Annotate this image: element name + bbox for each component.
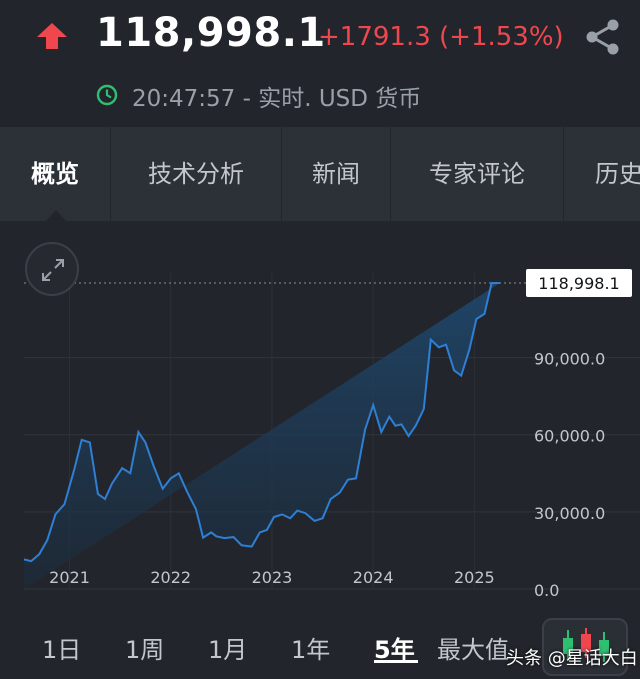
period-1m[interactable]: 1月 [208, 630, 247, 665]
x-tick-label: 2025 [454, 568, 495, 587]
tab-overview[interactable]: 概览 [0, 127, 110, 221]
tab-bar: 概览 技术分析 新闻 专家评论 历史 [0, 127, 640, 221]
x-tick-label: 2024 [353, 568, 394, 587]
expand-chart-button[interactable] [25, 242, 79, 296]
last-price-label: 118,998.1 [538, 274, 619, 293]
price-chart[interactable]: 0.0 30,000.0 60,000.0 90,000.0 2021 2022 2023 2… [0, 221, 640, 606]
y-tick-label: 60,000.0 [534, 427, 605, 446]
active-period-underline [374, 660, 418, 663]
tab-history[interactable]: 历史 [564, 127, 640, 221]
tab-technical[interactable]: 技术分析 [111, 127, 281, 221]
app: 118,998.1 +1791.3 (+1.53%) 20:47:57 - 实时… [0, 0, 640, 679]
share-icon[interactable] [584, 18, 622, 56]
period-1y[interactable]: 1年 [291, 630, 330, 665]
x-tick-label: 2021 [49, 568, 90, 587]
x-tick-label: 2022 [150, 568, 191, 587]
price-value: 118,998.1 [96, 10, 326, 56]
price-chart-svg: 0.0 30,000.0 60,000.0 90,000.0 2021 2022 2023 2… [23, 269, 640, 600]
watermark: 头条 @星话大白 [506, 648, 638, 669]
expand-icon [42, 259, 64, 281]
price-area-fill [24, 283, 500, 589]
price-change: +1791.3 (+1.53%) [318, 22, 564, 52]
y-tick-label: 30,000.0 [534, 504, 605, 523]
period-1w[interactable]: 1周 [125, 630, 164, 665]
quote-header: 118,998.1 +1791.3 (+1.53%) 20:47:57 - 实时… [0, 0, 640, 126]
period-max[interactable]: 最大值 [437, 630, 509, 665]
y-tick-label: 90,000.0 [534, 350, 605, 369]
x-tick-label: 2023 [252, 568, 293, 587]
tab-expert-comments[interactable]: 专家评论 [391, 127, 563, 221]
arrow-up-icon [37, 23, 67, 49]
y-tick-label: 0.0 [534, 581, 559, 600]
period-1d[interactable]: 1日 [42, 630, 81, 665]
clock-icon [96, 84, 118, 106]
tab-news[interactable]: 新闻 [282, 127, 390, 221]
realtime-status: 20:47:57 - 实时. USD 货币 [132, 86, 422, 112]
active-tab-pointer [46, 210, 66, 221]
